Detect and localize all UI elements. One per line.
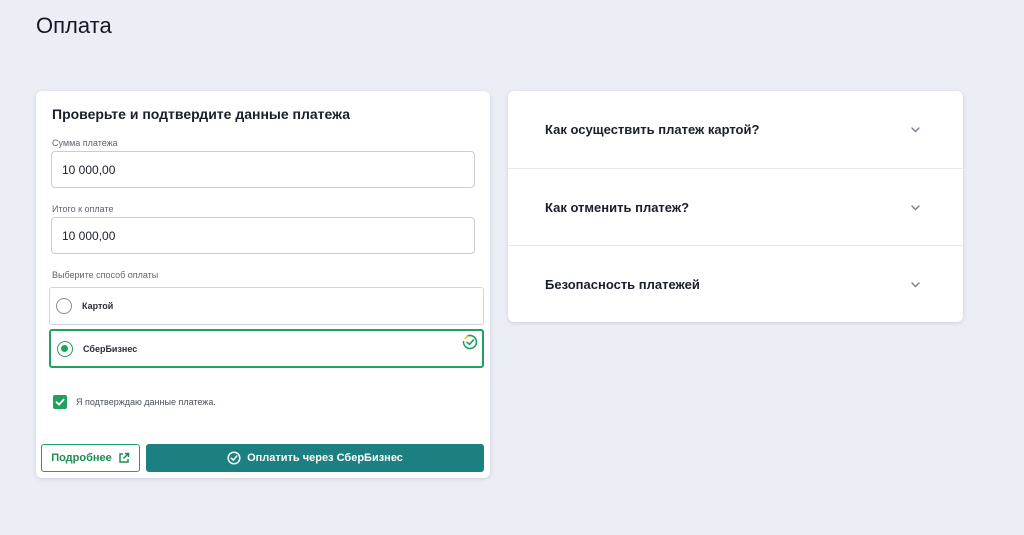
amount-field[interactable]: 10 000,00 (51, 151, 475, 188)
payment-option-sberbusiness-label: СберБизнес (83, 343, 138, 354)
chevron-down-icon (911, 282, 920, 288)
faq-card: Как осуществить платеж картой? Как отмен… (508, 91, 963, 322)
chevron-down-icon (911, 205, 920, 211)
faq-question: Безопасность платежей (545, 276, 700, 292)
pay-button-label: Оплатить через СберБизнес (247, 452, 403, 464)
payment-option-sberbusiness[interactable]: СберБизнес (49, 329, 484, 368)
payment-option-card[interactable]: Картой (49, 287, 484, 325)
confirm-checkbox[interactable] (53, 395, 67, 409)
check-icon (55, 398, 65, 406)
payment-form-heading: Проверьте и подтвердите данные платежа (52, 106, 351, 122)
total-value: 10 000,00 (62, 228, 116, 243)
faq-item-card-payment[interactable]: Как осуществить платеж картой? (508, 91, 963, 168)
amount-value: 10 000,00 (62, 162, 116, 177)
total-field[interactable]: 10 000,00 (51, 217, 475, 254)
check-circle-icon (227, 451, 241, 465)
chevron-down-icon (911, 127, 920, 133)
total-label: Итого к оплате (52, 204, 114, 214)
more-info-button[interactable]: Подробнее (41, 444, 140, 472)
payment-option-card-label: Картой (82, 301, 114, 311)
radio-sberbusiness[interactable] (57, 340, 73, 357)
pay-sberbusiness-button[interactable]: Оплатить через СберБизнес (146, 444, 484, 472)
faq-question: Как отменить платеж? (545, 199, 690, 215)
amount-label: Сумма платежа (52, 138, 118, 148)
faq-item-cancel-payment[interactable]: Как отменить платеж? (508, 168, 963, 245)
confirm-row: Я подтверждаю данные платежа. (53, 395, 216, 409)
payment-form-card: Проверьте и подтвердите данные платежа С… (36, 91, 490, 478)
confirm-label: Я подтверждаю данные платежа. (76, 397, 216, 407)
faq-item-payment-security[interactable]: Безопасность платежей (508, 245, 963, 322)
radio-card[interactable] (56, 298, 72, 314)
payment-method-label: Выберите способ оплаты (52, 270, 159, 280)
external-link-icon (119, 452, 130, 463)
faq-question: Как осуществить платеж картой? (545, 122, 760, 137)
page-title: Оплата (36, 13, 112, 38)
more-info-button-label: Подробнее (51, 452, 112, 464)
sber-logo-icon (462, 334, 478, 350)
